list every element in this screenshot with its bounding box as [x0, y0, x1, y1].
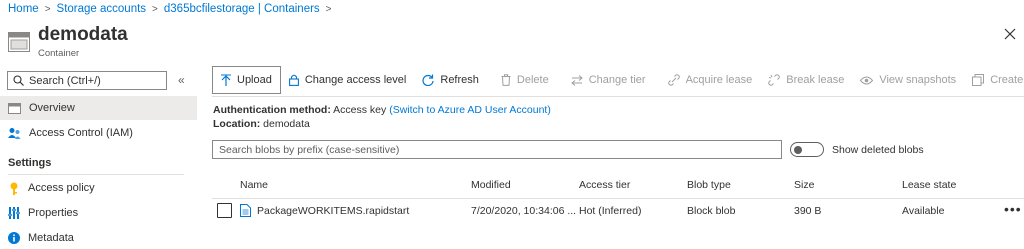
acquire-lease-button[interactable]: Acquire lease [660, 66, 761, 94]
collapse-sidebar-button[interactable]: « [178, 73, 185, 87]
sidebar-search-placeholder: Search (Ctrl+/) [29, 74, 101, 87]
blob-modified: 7/20/2020, 10:34:06 ... [471, 205, 577, 217]
delete-label: Delete [516, 74, 549, 86]
sidebar-item-label: Metadata [28, 232, 74, 244]
sidebar-item-label: Overview [29, 102, 75, 114]
page-title: demodata [38, 24, 128, 45]
location-label: Location: [213, 118, 261, 130]
table-row[interactable]: PackageWORKITEMS.rapidstart 7/20/2020, 1… [212, 199, 1024, 223]
switch-auth-link[interactable]: (Switch to Azure AD User Account) [389, 104, 551, 116]
view-snapshots-label: View snapshots [879, 74, 957, 86]
auth-method-value: Access key [333, 104, 387, 116]
location-value: demodata [263, 118, 310, 130]
sidebar-section-settings: Settings [8, 157, 52, 169]
breadcrumb-containers[interactable]: d365bcfilestorage | Containers [164, 3, 320, 15]
command-bar: Upload Change access level Refresh Delet… [212, 66, 1024, 94]
page-subtitle: Container [38, 48, 80, 59]
container-icon [8, 32, 30, 52]
blob-search-input[interactable]: Search blobs by prefix (case-sensitive) [212, 140, 782, 159]
refresh-icon [422, 74, 434, 86]
change-access-level-button[interactable]: Change access level [281, 66, 415, 94]
properties-icon [8, 207, 20, 219]
auth-method-label: Authentication method: [213, 104, 331, 116]
toggle-knob [794, 145, 802, 154]
breadcrumb-separator: > [325, 3, 332, 15]
change-tier-label: Change tier [588, 74, 646, 86]
sidebar-divider [8, 174, 184, 175]
search-icon [13, 75, 24, 86]
change-access-level-label: Change access level [304, 74, 407, 86]
lock-icon [288, 74, 299, 86]
sidebar-item-iam[interactable]: Access Control (IAM) [0, 121, 197, 145]
breadcrumb-home[interactable]: Home [8, 3, 39, 15]
blob-name[interactable]: PackageWORKITEMS.rapidstart [257, 205, 409, 217]
key-icon [10, 182, 18, 195]
sidebar-item-access-policy[interactable]: Access policy [0, 176, 197, 200]
link-icon [667, 74, 680, 86]
breadcrumb-separator: > [152, 3, 158, 15]
acquire-lease-label: Acquire lease [685, 74, 753, 86]
upload-label: Upload [237, 74, 272, 86]
create-snapshot-button[interactable]: Create snapshot [964, 66, 1024, 94]
blob-lease-state: Available [902, 205, 945, 217]
trash-icon [501, 74, 511, 86]
show-deleted-blobs-toggle[interactable] [790, 142, 824, 157]
sidebar-item-label: Access Control (IAM) [29, 127, 133, 139]
view-snapshots-button[interactable]: View snapshots [852, 66, 964, 94]
row-checkbox[interactable] [217, 203, 232, 218]
sidebar-item-label: Properties [28, 207, 79, 219]
sidebar-item-label: Access policy [28, 182, 95, 194]
breadcrumb-storage-accounts[interactable]: Storage accounts [57, 3, 147, 15]
delete-button[interactable]: Delete [493, 66, 557, 94]
broken-link-icon [768, 74, 781, 86]
column-header-size[interactable]: Size [794, 179, 814, 191]
snapshot-icon [972, 74, 985, 86]
file-icon [240, 204, 251, 217]
column-header-modified[interactable]: Modified [471, 179, 511, 191]
column-header-blob-type[interactable]: Blob type [687, 179, 731, 191]
blob-size: 390 B [794, 205, 822, 217]
blob-search-placeholder: Search blobs by prefix (case-sensitive) [219, 143, 400, 156]
sidebar-search-input[interactable]: Search (Ctrl+/) [7, 71, 167, 90]
refresh-label: Refresh [440, 74, 479, 86]
close-icon[interactable] [1002, 26, 1018, 42]
upload-icon [221, 74, 231, 86]
more-actions-icon[interactable]: ••• [1004, 201, 1022, 217]
break-lease-label: Break lease [786, 74, 845, 86]
sidebar: Search (Ctrl+/) « Overview Access Contro… [0, 66, 197, 249]
blob-type: Block blob [687, 205, 736, 217]
change-tier-button[interactable]: Change tier [563, 66, 654, 94]
iam-icon [8, 128, 21, 139]
blob-access-tier: Hot (Inferred) [579, 205, 642, 217]
column-header-access-tier[interactable]: Access tier [579, 179, 630, 191]
sidebar-item-properties[interactable]: Properties [0, 201, 197, 225]
swap-icon [570, 74, 583, 86]
breadcrumb-separator: > [44, 3, 51, 15]
authentication-method: Authentication method: Access key (Switc… [213, 104, 551, 116]
sidebar-item-overview[interactable]: Overview [0, 96, 197, 120]
breadcrumb: Home > Storage accounts > d365bcfilestor… [8, 2, 338, 16]
refresh-button[interactable]: Refresh [414, 66, 487, 94]
break-lease-button[interactable]: Break lease [760, 66, 852, 94]
location-info: Location: demodata [213, 118, 310, 130]
sidebar-item-metadata[interactable]: Metadata [0, 226, 197, 249]
toolbar-divider [212, 96, 1024, 97]
column-header-name[interactable]: Name [240, 179, 268, 191]
show-deleted-blobs-label: Show deleted blobs [832, 144, 924, 156]
column-header-lease-state[interactable]: Lease state [902, 179, 956, 191]
upload-button[interactable]: Upload [212, 66, 281, 94]
eye-icon [860, 76, 874, 84]
info-icon [8, 232, 20, 244]
create-snapshot-label: Create snapshot [990, 74, 1024, 86]
page-header: demodata Container [8, 24, 128, 60]
overview-icon [8, 102, 21, 114]
